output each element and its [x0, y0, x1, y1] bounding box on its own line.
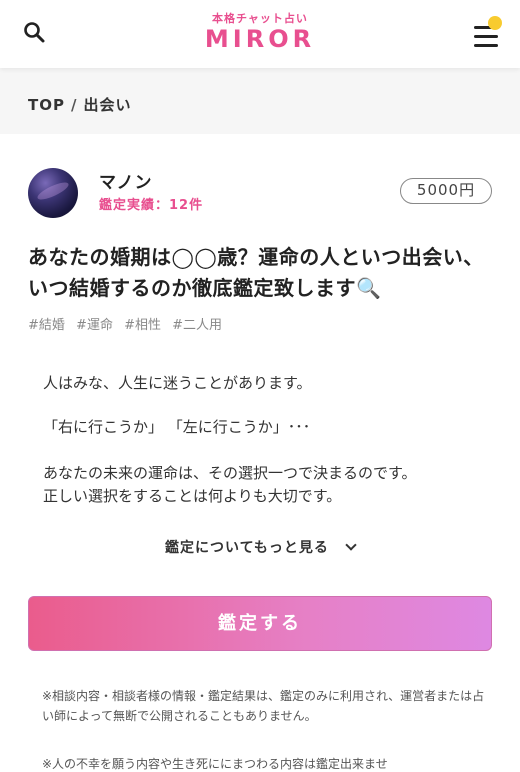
breadcrumb-bar: TOP / 出会い: [0, 68, 520, 134]
tag-destiny[interactable]: #運命: [76, 318, 113, 333]
description-paragraph: 「右に行こうか」 「左に行こうか」･･･: [43, 418, 311, 436]
privacy-note: ※相談内容・相談者様の情報・鑑定結果は、鑑定のみに利用され、運営者または占い師に…: [42, 689, 485, 723]
hamburger-line: [474, 44, 498, 47]
logo-wordmark: MIROR: [204, 25, 316, 53]
description-paragraph: 人はみな、人生に迷うことがあります。: [43, 374, 312, 392]
start-reading-button[interactable]: 鑑定する: [28, 596, 492, 651]
page-title: あなたの婚期は◯◯歳？運命の人といつ出会い、いつ結婚するのか徹底鑑定致します🔍: [28, 245, 484, 300]
description-paragraph: あなたの未来の運命は、その選択一つで決まるのです。: [43, 464, 417, 482]
tag-compatibility[interactable]: #相性: [124, 318, 161, 333]
restriction-note: ※人の不幸を願う内容や生き死ににまつわる内容は鑑定出来ませ: [42, 757, 388, 771]
site-logo[interactable]: 本格チャット占い MIROR: [0, 12, 520, 53]
price-badge: 5000円: [400, 178, 492, 204]
avatar[interactable]: [28, 168, 78, 218]
chevron-down-icon: [345, 539, 357, 551]
hamburger-line: [474, 35, 498, 38]
breadcrumb: TOP / 出会い: [28, 94, 131, 115]
show-more-link[interactable]: 鑑定についてもっと見る: [0, 537, 520, 557]
site-header: 本格チャット占い MIROR: [0, 0, 520, 68]
tag-list: #結婚 #運命 #相性 #二人用: [28, 314, 229, 333]
breadcrumb-separator: /: [70, 96, 78, 114]
consultation-record: 鑑定実績：12件: [99, 198, 204, 213]
logo-subtitle: 本格チャット占い: [212, 12, 308, 25]
tag-marriage[interactable]: #結婚: [28, 318, 65, 333]
breadcrumb-category[interactable]: 出会い: [83, 96, 131, 114]
notification-dot-icon: [488, 16, 502, 30]
show-more-label: 鑑定についてもっと見る: [165, 540, 329, 556]
tag-for-two[interactable]: #二人用: [172, 318, 222, 333]
breadcrumb-top[interactable]: TOP: [28, 96, 65, 114]
fortune-teller-name[interactable]: マノン: [99, 168, 153, 193]
description-paragraph: 正しい選択をすることは何よりも大切です。: [43, 487, 342, 505]
menu-button[interactable]: [472, 16, 502, 50]
